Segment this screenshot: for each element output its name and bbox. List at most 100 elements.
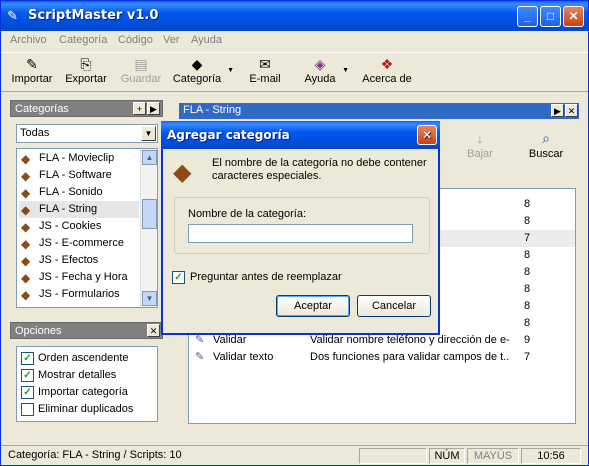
dialog-title-bar[interactable]: Agregar categoría ✕	[161, 121, 440, 149]
search-button[interactable]: ⌕ Buscar	[526, 130, 566, 160]
checkbox-checked[interactable]: ✓	[21, 352, 34, 365]
accept-button[interactable]: Aceptar	[276, 295, 350, 317]
category-item-selected[interactable]: ◆ FLA - String	[19, 201, 139, 218]
category-label: FLA - Sonido	[39, 186, 103, 198]
checkbox-checked[interactable]: ✓	[21, 369, 34, 382]
menu-ayuda[interactable]: Ayuda	[191, 34, 222, 46]
cancel-button[interactable]: Cancelar	[357, 295, 431, 317]
search-label: Buscar	[528, 148, 564, 160]
caps-lock-indicator: MAYÚS	[467, 448, 519, 464]
dialog-close-button[interactable]: ✕	[417, 125, 437, 145]
category-item[interactable]: ◆ JS - E-commerce	[19, 235, 139, 252]
category-label: Categoría	[172, 73, 222, 85]
move-down-label: Bajar	[467, 148, 493, 160]
status-empty-cell	[359, 448, 427, 464]
help-label: Ayuda	[304, 73, 336, 85]
menu-categoria[interactable]: Categoría	[59, 34, 107, 46]
category-item[interactable]: ◆ FLA - Software	[19, 167, 139, 184]
category-label: FLA - String	[39, 203, 98, 215]
arrow-down-icon: ↓	[476, 130, 484, 146]
import-icon: ✎	[26, 56, 38, 72]
num-lock-indicator: NÚM	[429, 448, 465, 464]
move-down-button[interactable]: ↓ Bajar	[462, 130, 498, 160]
email-button[interactable]: ✉ E-mail	[248, 55, 282, 85]
script-version: 8	[524, 300, 531, 312]
dialog-message: El nombre de la categoría no debe conten…	[212, 157, 427, 182]
category-dropdown-icon[interactable]: ▼	[227, 67, 234, 74]
menu-ver[interactable]: Ver	[163, 34, 180, 46]
option-import-category[interactable]: ✓ Importar categoría	[21, 384, 128, 400]
category-item[interactable]: ◆ FLA - Sonido	[19, 184, 139, 201]
toolbar: ✎ Importar ⎘ Exportar ▤ Guardar ◆ Catego…	[1, 52, 588, 92]
script-version: 8	[524, 215, 531, 227]
save-label: Guardar	[120, 73, 162, 85]
options-panel-title: Opciones	[15, 325, 62, 337]
scripts-panel-title: FLA - String	[183, 104, 242, 116]
script-name: Validar	[213, 334, 247, 346]
option-sort-ascending[interactable]: ✓ Orden ascendente	[21, 350, 129, 366]
script-icon: ◆	[21, 152, 31, 166]
status-text: Categoría: FLA - String / Scripts: 10	[8, 449, 182, 461]
menu-archivo[interactable]: Archivo	[10, 34, 47, 46]
script-version: 8	[524, 283, 531, 295]
option-remove-duplicates[interactable]: Eliminar duplicados	[21, 401, 133, 417]
script-version: 7	[524, 232, 531, 244]
script-version: 9	[524, 334, 531, 346]
category-item[interactable]: ◆ JS - Fecha y Hora	[19, 269, 139, 286]
checkbox-checked[interactable]: ✓	[172, 271, 185, 284]
option-label: Mostrar detalles	[38, 369, 117, 381]
options-panel-header: Opciones ✕	[10, 322, 163, 339]
menu-codigo[interactable]: Código	[118, 34, 153, 46]
scroll-down-icon[interactable]: ▼	[142, 291, 157, 306]
table-row[interactable]: ✎ Validar texto Dos funciones para validar…	[189, 349, 575, 366]
category-label: JS - Formularios	[39, 288, 120, 300]
chevron-down-icon[interactable]: ▼	[141, 126, 156, 141]
next-arrow-icon[interactable]: ▶	[147, 102, 160, 115]
script-icon: ◆	[21, 271, 31, 285]
import-label: Importar	[11, 73, 53, 85]
add-category-icon[interactable]: +	[133, 102, 146, 115]
category-item[interactable]: ◆ JS - Formularios	[19, 286, 139, 303]
import-button[interactable]: ✎ Importar	[9, 55, 55, 85]
about-label: Acerca de	[362, 73, 412, 85]
category-name-input[interactable]	[188, 224, 413, 243]
close-icon[interactable]: ✕	[565, 104, 578, 117]
about-button[interactable]: ❖ Acerca de	[361, 55, 413, 85]
help-button[interactable]: ◈ Ayuda ▼	[303, 55, 350, 85]
category-icon: ◆	[173, 159, 192, 186]
category-list[interactable]: ◆ FLA - Movieclip ◆ FLA - Software ◆ FLA - …	[16, 148, 158, 308]
script-icon: ◆	[21, 237, 31, 251]
option-show-details[interactable]: ✓ Mostrar detalles	[21, 367, 116, 383]
scroll-up-icon[interactable]: ▲	[142, 150, 157, 165]
close-button[interactable]: ✕	[563, 6, 584, 27]
maximize-button[interactable]: □	[540, 6, 561, 27]
next-arrow-icon[interactable]: ▶	[551, 104, 564, 117]
script-desc: Dos funciones para validar campos de t..…	[310, 351, 510, 363]
confirm-replace-checkbox[interactable]: ✓ Preguntar antes de reemplazar	[172, 270, 342, 285]
script-version: 8	[524, 198, 531, 210]
export-icon: ⎘	[80, 56, 92, 72]
save-button[interactable]: ▤ Guardar	[119, 55, 163, 85]
options-panel: Opciones ✕ ✓ Orden ascendente ✓ Mostrar de…	[10, 322, 163, 428]
category-scrollbar[interactable]: ▲ ▼	[140, 149, 157, 307]
confirm-replace-label: Preguntar antes de reemplazar	[190, 271, 342, 283]
category-filter-value: Todas	[20, 127, 50, 139]
category-item[interactable]: ◆ JS - Cookies	[19, 218, 139, 235]
checkbox-unchecked[interactable]	[21, 403, 34, 416]
checkbox-checked[interactable]: ✓	[21, 386, 34, 399]
category-filter-select[interactable]: Todas ▼	[16, 124, 158, 143]
dialog-title: Agregar categoría	[167, 128, 290, 142]
category-button[interactable]: ◆ Categoría ▼	[172, 55, 234, 85]
category-label: JS - Efectos	[39, 254, 99, 266]
script-name-cell: ✎ Validar texto	[193, 349, 303, 366]
category-item[interactable]: ◆ FLA - Movieclip	[19, 150, 139, 167]
export-button[interactable]: ⎘ Exportar	[63, 55, 109, 85]
close-icon[interactable]: ✕	[147, 324, 160, 337]
scroll-thumb[interactable]	[142, 199, 157, 229]
minimize-button[interactable]: _	[517, 6, 538, 27]
window-title: ScriptMaster v1.0	[28, 8, 159, 23]
options-list: ✓ Orden ascendente ✓ Mostrar detalles ✓ Imp…	[16, 346, 158, 422]
help-dropdown-icon[interactable]: ▼	[342, 67, 349, 74]
category-item[interactable]: ◆ JS - Efectos	[19, 252, 139, 269]
title-bar[interactable]: ✎ ScriptMaster v1.0 _ □ ✕	[1, 1, 588, 31]
